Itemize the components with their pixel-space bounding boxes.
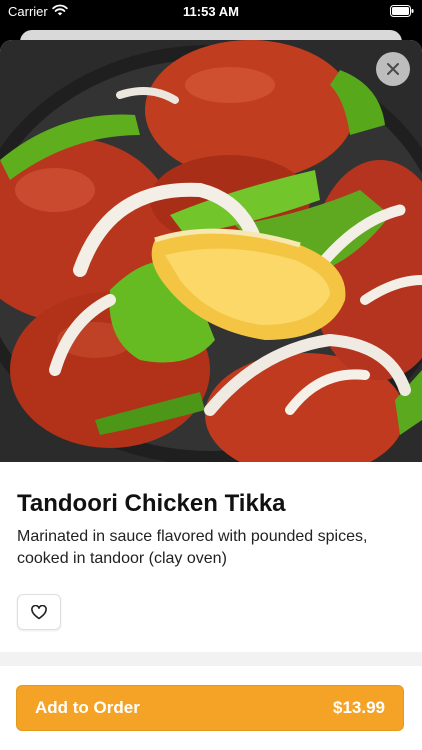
add-to-order-button[interactable]: Add to Order $13.99 xyxy=(16,685,404,731)
favorite-button[interactable] xyxy=(17,594,61,630)
clock: 11:53 AM xyxy=(183,4,239,19)
heart-icon xyxy=(31,604,47,619)
item-title: Tandoori Chicken Tikka xyxy=(17,490,286,517)
close-icon xyxy=(387,63,399,75)
item-price: $13.99 xyxy=(333,698,385,717)
status-bar: Carrier 11:53 AM xyxy=(0,0,422,24)
order-footer: Add to Order $13.99 xyxy=(0,666,422,750)
close-button[interactable] xyxy=(376,52,410,86)
item-photo xyxy=(0,40,422,462)
add-to-order-label: Add to Order xyxy=(35,698,140,717)
battery-icon xyxy=(390,5,414,17)
item-description: Marinated in sauce flavored with pounded… xyxy=(17,528,368,567)
section-divider xyxy=(0,652,422,666)
item-detail-sheet: Tandoori Chicken Tikka Marinated in sauc… xyxy=(0,40,422,750)
